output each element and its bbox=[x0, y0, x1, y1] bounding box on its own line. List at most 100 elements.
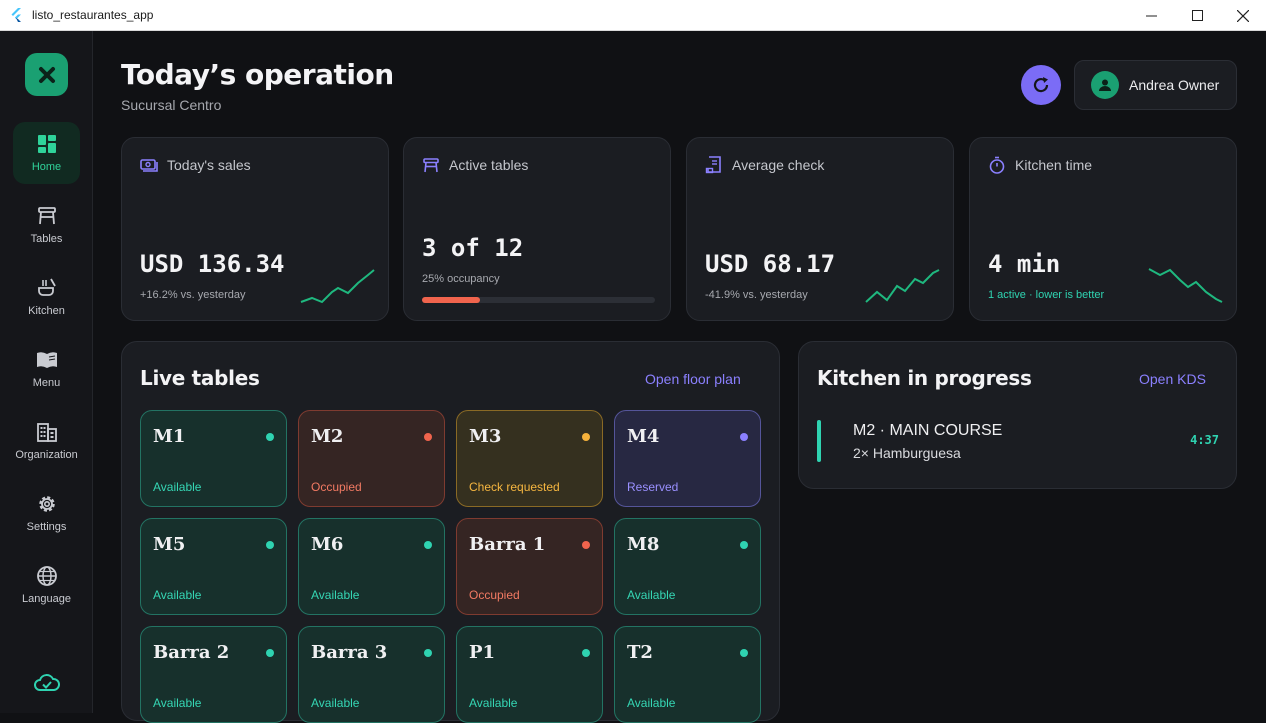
kpi-value: USD 136.34 bbox=[140, 250, 285, 278]
app-logo-icon[interactable] bbox=[25, 53, 68, 96]
kpi-label: Today's sales bbox=[167, 157, 251, 173]
globe-icon bbox=[36, 566, 57, 586]
table-card[interactable]: T2 Available bbox=[614, 626, 761, 723]
sidebar-item-label: Tables bbox=[30, 233, 63, 245]
table-card[interactable]: P1 Available bbox=[456, 626, 603, 723]
status-dot bbox=[740, 541, 748, 549]
gear-icon bbox=[38, 496, 55, 512]
kpi-delta: +16.2% vs. yesterday bbox=[140, 289, 246, 301]
kpi-label: Active tables bbox=[449, 157, 529, 173]
table-status: Available bbox=[311, 696, 360, 710]
status-dot bbox=[582, 541, 590, 549]
maximize-button[interactable] bbox=[1174, 0, 1220, 31]
panel-title: Live tables bbox=[140, 366, 260, 390]
kitchen-order[interactable]: M2 · MAIN COURSE 2× Hamburguesa 4:37 bbox=[817, 418, 1219, 464]
table-name: M2 bbox=[311, 426, 344, 447]
table-name: T2 bbox=[627, 642, 653, 663]
order-item: 2× Hamburguesa bbox=[853, 445, 961, 461]
close-button[interactable] bbox=[1220, 0, 1266, 31]
table-icon bbox=[423, 158, 439, 173]
kitchen-panel: Kitchen in progress Open KDS M2 · MAIN C… bbox=[798, 341, 1237, 489]
kpi-value: 4 min bbox=[988, 250, 1061, 278]
status-dot bbox=[582, 649, 590, 657]
table-name: M5 bbox=[153, 534, 186, 555]
kitchen-time-sparkline bbox=[1148, 268, 1223, 303]
sidebar-item-label: Settings bbox=[26, 521, 67, 533]
status-dot bbox=[740, 649, 748, 657]
table-status: Available bbox=[627, 696, 676, 710]
average-check-sparkline bbox=[865, 269, 940, 303]
minimize-button[interactable] bbox=[1128, 0, 1174, 31]
table-card[interactable]: Barra 2 Available bbox=[140, 626, 287, 723]
live-tables-panel: Live tables Open floor plan M1 Available M… bbox=[121, 341, 780, 723]
table-icon bbox=[37, 207, 56, 225]
table-status: Available bbox=[153, 588, 202, 602]
sidebar-item-organization[interactable]: Organization bbox=[13, 410, 80, 472]
status-dot bbox=[424, 649, 432, 657]
table-name: M1 bbox=[153, 426, 186, 447]
table-card[interactable]: Barra 3 Available bbox=[298, 626, 445, 723]
occupancy-progress-fill bbox=[422, 297, 481, 303]
table-status: Occupied bbox=[311, 480, 362, 494]
kpi-card-kitchen-time: Kitchen time 4 min 1 active · lower is b… bbox=[969, 137, 1237, 321]
user-menu-button[interactable]: Andrea Owner bbox=[1074, 60, 1237, 110]
page-title: Today’s operation bbox=[121, 58, 394, 91]
table-card[interactable]: Barra 1 Occupied bbox=[456, 518, 603, 615]
table-name: M4 bbox=[627, 426, 660, 447]
table-status: Available bbox=[311, 588, 360, 602]
panel-title: Kitchen in progress bbox=[817, 366, 1032, 390]
kpi-card-active-tables: Active tables 3 of 12 25% occupancy bbox=[403, 137, 671, 321]
cash-icon bbox=[140, 159, 158, 172]
sidebar-item-label: Home bbox=[31, 161, 62, 173]
kpi-delta: -41.9% vs. yesterday bbox=[705, 289, 808, 301]
table-card[interactable]: M8 Available bbox=[614, 518, 761, 615]
status-dot bbox=[266, 541, 274, 549]
status-dot bbox=[266, 433, 274, 441]
sidebar-item-home[interactable]: Home bbox=[13, 122, 80, 184]
sidebar-item-settings[interactable]: Settings bbox=[13, 482, 80, 544]
avatar bbox=[1091, 71, 1119, 99]
table-status: Occupied bbox=[469, 588, 520, 602]
order-title: M2 · MAIN COURSE bbox=[853, 422, 1003, 439]
table-card[interactable]: M4 Reserved bbox=[614, 410, 761, 507]
sales-sparkline bbox=[300, 269, 375, 304]
branch-name: Sucursal Centro bbox=[121, 97, 222, 113]
table-status: Available bbox=[627, 588, 676, 602]
sidebar-item-menu[interactable]: Menu bbox=[13, 338, 80, 400]
table-card[interactable]: M3 Check requested bbox=[456, 410, 603, 507]
table-card[interactable]: M1 Available bbox=[140, 410, 287, 507]
table-status: Available bbox=[153, 696, 202, 710]
sidebar-item-tables[interactable]: Tables bbox=[13, 194, 80, 256]
table-name: Barra 1 bbox=[469, 534, 546, 555]
status-dot bbox=[582, 433, 590, 441]
sidebar-item-language[interactable]: Language bbox=[13, 554, 80, 616]
open-floor-plan-link[interactable]: Open floor plan bbox=[645, 371, 741, 387]
table-card[interactable]: M2 Occupied bbox=[298, 410, 445, 507]
table-name: M6 bbox=[311, 534, 344, 555]
open-kds-link[interactable]: Open KDS bbox=[1139, 371, 1206, 387]
sidebar-item-kitchen[interactable]: Kitchen bbox=[13, 266, 80, 328]
flutter-logo-icon bbox=[11, 8, 21, 22]
table-status: Reserved bbox=[627, 480, 679, 494]
cloud-check-icon[interactable] bbox=[34, 673, 60, 693]
sidebar: Home Tables Kitchen Menu Organization Se… bbox=[0, 31, 93, 713]
menu-book-icon bbox=[36, 352, 57, 368]
user-name: Andrea Owner bbox=[1129, 77, 1220, 93]
dashboard-icon bbox=[37, 135, 56, 153]
minimize-icon bbox=[1145, 15, 1157, 17]
sidebar-item-label: Kitchen bbox=[28, 305, 65, 317]
table-status: Check requested bbox=[469, 480, 560, 494]
status-dot bbox=[424, 541, 432, 549]
order-timer: 4:37 bbox=[1190, 433, 1219, 447]
refresh-button[interactable] bbox=[1021, 65, 1061, 105]
table-status: Available bbox=[153, 480, 202, 494]
close-icon bbox=[1237, 9, 1249, 22]
window-titlebar: listo_restaurantes_app bbox=[0, 0, 1266, 31]
table-card[interactable]: M6 Available bbox=[298, 518, 445, 615]
kpi-card-todays-sales: Today's sales USD 136.34 +16.2% vs. yest… bbox=[121, 137, 389, 321]
status-dot bbox=[266, 649, 274, 657]
kpi-note: 1 active · lower is better bbox=[988, 289, 1105, 301]
maximize-icon bbox=[1191, 10, 1203, 21]
kpi-label: Kitchen time bbox=[1015, 157, 1093, 173]
table-card[interactable]: M5 Available bbox=[140, 518, 287, 615]
